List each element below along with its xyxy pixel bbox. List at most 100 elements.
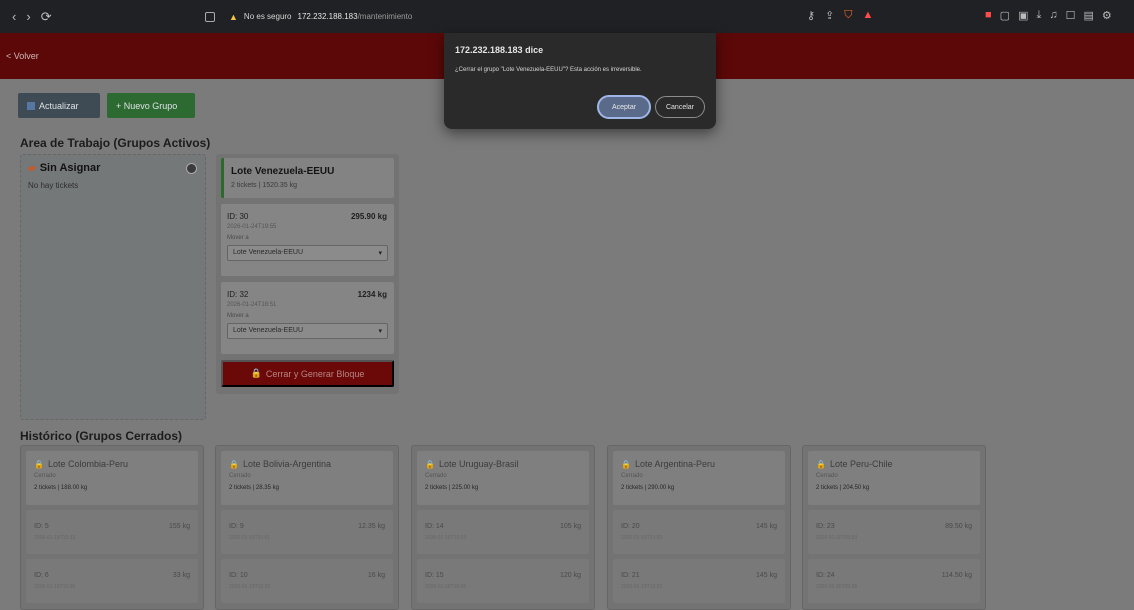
music-icon[interactable]: ♫ — [1049, 9, 1057, 22]
forward-nav-icon[interactable]: › — [26, 9, 30, 25]
back-link[interactable]: < Volver — [6, 51, 39, 61]
ticket-date: 2026-01-19T10:35 — [34, 584, 76, 590]
inbox-icon: ▰ — [28, 162, 36, 174]
refresh-button[interactable]: Actualizar — [18, 93, 100, 118]
ticket-card[interactable]: ID: 32 1234 kg 2026-01-24T18:51 Mover a … — [221, 282, 394, 354]
unassigned-header: ▰ Sin Asignar — [28, 162, 100, 174]
browser-toolbar: ‹ › ⟳ ▲ No es seguro 172.232.188.183/man… — [0, 0, 1134, 33]
new-group-label: + Nuevo Grupo — [116, 100, 178, 111]
security-label: No es seguro — [243, 12, 292, 21]
dialog-title: 172.232.188.183 dice — [455, 45, 544, 55]
history-card[interactable]: 🔒 Lote Uruguay-Brasil Cerrado 2 tickets |… — [411, 445, 595, 610]
unassigned-title: Sin Asignar — [39, 162, 101, 174]
history-summary: 2 tickets | 28.35 kg — [229, 485, 279, 491]
active-group-card[interactable]: Lote Venezuela-EEUU 2 tickets | 1520.35 … — [216, 154, 399, 394]
history-group-label: Lote Peru-Chile — [829, 459, 893, 469]
history-summary: 2 tickets | 188.00 kg — [34, 485, 88, 491]
close-group-button[interactable]: 🔒 Cerrar y Generar Bloque — [221, 360, 394, 387]
ticket-card[interactable]: ID: 30 295.90 kg 2026-01-24T19:55 Mover … — [221, 204, 394, 276]
ticket-id: ID: 32 — [227, 290, 249, 299]
sidebar-icon[interactable]: ▣ — [1018, 9, 1028, 22]
new-group-button[interactable]: + Nuevo Grupo — [107, 93, 195, 118]
history-group-name: 🔒 Lote Argentina-Peru — [621, 459, 715, 469]
ticket-weight: 155 kg — [168, 523, 190, 530]
alert-icon[interactable]: ▲ — [863, 9, 874, 22]
history-group-label: Lote Uruguay-Brasil — [438, 459, 519, 469]
history-ticket: ID: 9 12.35 kg 2026-01-19T10:51 — [221, 510, 393, 554]
close-group-label: Cerrar y Generar Bloque — [265, 368, 365, 379]
ticket-weight: 120 kg — [559, 572, 581, 579]
url-text: 172.232.188.183/mantenimiento — [298, 12, 413, 21]
history-status: Cerrado — [425, 473, 447, 479]
history-status: Cerrado — [816, 473, 838, 479]
history-group-name: 🔒 Lote Uruguay-Brasil — [425, 459, 519, 469]
ticket-date: 2026-01-19T10:52 — [229, 584, 271, 590]
ticket-date: 2026-01-20T09:55 — [816, 584, 858, 590]
move-select[interactable]: Lote Venezuela-EEUU ▾ — [227, 245, 388, 261]
accept-button[interactable]: Aceptar — [597, 95, 651, 119]
move-select-value: Lote Venezuela-EEUU — [233, 249, 304, 256]
ticket-date: 2026-01-24T18:51 — [227, 302, 277, 308]
history-ticket: ID: 10 16 kg 2026-01-19T10:52 — [221, 559, 393, 603]
ticket-date: 2026-01-19T13:53 — [621, 535, 663, 541]
address-bar[interactable]: ▲ No es seguro 172.232.188.183/mantenimi… — [205, 7, 885, 26]
settings-icon[interactable]: ⚙ — [1102, 9, 1112, 22]
history-card[interactable]: 🔒 Lote Peru-Chile Cerrado 2 tickets | 204… — [802, 445, 986, 610]
history-status: Cerrado — [621, 473, 643, 479]
reload-icon[interactable]: ⟳ — [41, 9, 52, 25]
ticket-date: 2026-01-19T10:53 — [425, 535, 467, 541]
history-status: Cerrado — [34, 473, 56, 479]
move-label: Mover a — [227, 313, 249, 319]
ticket-date: 2026-01-20T09:53 — [816, 535, 858, 541]
extension-icon[interactable]: ■ — [985, 9, 992, 22]
url-path: /mantenimiento — [357, 12, 413, 21]
ticket-weight: 89.50 kg — [945, 523, 972, 530]
history-ticket: ID: 14 105 kg 2026-01-19T10:53 — [417, 510, 589, 554]
unassigned-panel[interactable]: ▰ Sin Asignar No hay tickets — [20, 154, 206, 420]
group-header: Lote Venezuela-EEUU 2 tickets | 1520.35 … — [221, 158, 394, 198]
history-title: Histórico (Grupos Cerrados) — [20, 429, 183, 443]
history-ticket: ID: 21 145 kg 2026-01-19T13:53 — [613, 559, 785, 603]
ticket-date: 2026-01-19T10:56 — [425, 584, 467, 590]
ticket-id: ID: 5 — [34, 523, 49, 530]
lock-icon: 🔒 — [816, 459, 826, 469]
ticket-weight: 33 kg — [172, 572, 190, 579]
history-ticket: ID: 24 114.50 kg 2026-01-20T09:55 — [808, 559, 980, 603]
cancel-button[interactable]: Cancelar — [655, 96, 705, 118]
key-icon[interactable]: ⚷ — [807, 9, 815, 22]
tab-icon[interactable] — [205, 11, 215, 22]
ticket-date: 2026-01-24T19:55 — [227, 224, 277, 230]
history-card[interactable]: 🔒 Lote Colombia-Peru Cerrado 2 tickets | … — [20, 445, 204, 610]
refresh-icon — [27, 101, 35, 110]
lock-icon: 🔒 — [34, 459, 44, 469]
download-icon[interactable]: ⤓ — [1036, 9, 1041, 22]
ticket-weight: 295.90 kg — [350, 212, 387, 221]
history-group-name: 🔒 Lote Colombia-Peru — [34, 459, 128, 469]
window-icon[interactable]: ☐ — [1066, 9, 1076, 22]
ticket-id: ID: 30 — [227, 212, 249, 221]
history-card[interactable]: 🔒 Lote Bolivia-Argentina Cerrado 2 ticket… — [215, 445, 399, 610]
warning-icon: ▲ — [229, 11, 238, 22]
move-select[interactable]: Lote Venezuela-EEUU ▾ — [227, 323, 388, 339]
history-summary: 2 tickets | 225.00 kg — [425, 485, 479, 491]
history-card[interactable]: 🔒 Lote Argentina-Peru Cerrado 2 tickets |… — [607, 445, 791, 610]
ticket-weight: 105 kg — [559, 523, 581, 530]
history-group-label: Lote Bolivia-Argentina — [242, 459, 332, 469]
history-status: Cerrado — [229, 473, 251, 479]
ticket-weight: 1234 kg — [357, 290, 387, 299]
chevron-down-icon: ▾ — [378, 250, 382, 257]
tabs-icon[interactable]: ▤ — [1083, 9, 1093, 22]
ticket-date: 2026-01-19T10:33 — [34, 535, 76, 541]
lock-icon: 🔒 — [229, 459, 239, 469]
history-card-header: 🔒 Lote Peru-Chile Cerrado 2 tickets | 204… — [808, 451, 980, 505]
history-ticket: ID: 5 155 kg 2026-01-19T10:33 — [26, 510, 198, 554]
ticket-id: ID: 21 — [621, 572, 640, 579]
move-label: Mover a — [227, 235, 249, 241]
shield-icon[interactable]: ⛉ — [844, 9, 852, 22]
reader-icon[interactable]: ▢ — [1000, 9, 1010, 22]
ticket-weight: 145 kg — [755, 572, 777, 579]
back-nav-icon[interactable]: ‹ — [12, 9, 16, 25]
ticket-id: ID: 14 — [425, 523, 444, 530]
share-icon[interactable]: ⇪ — [825, 9, 834, 22]
ticket-id: ID: 24 — [816, 572, 835, 579]
